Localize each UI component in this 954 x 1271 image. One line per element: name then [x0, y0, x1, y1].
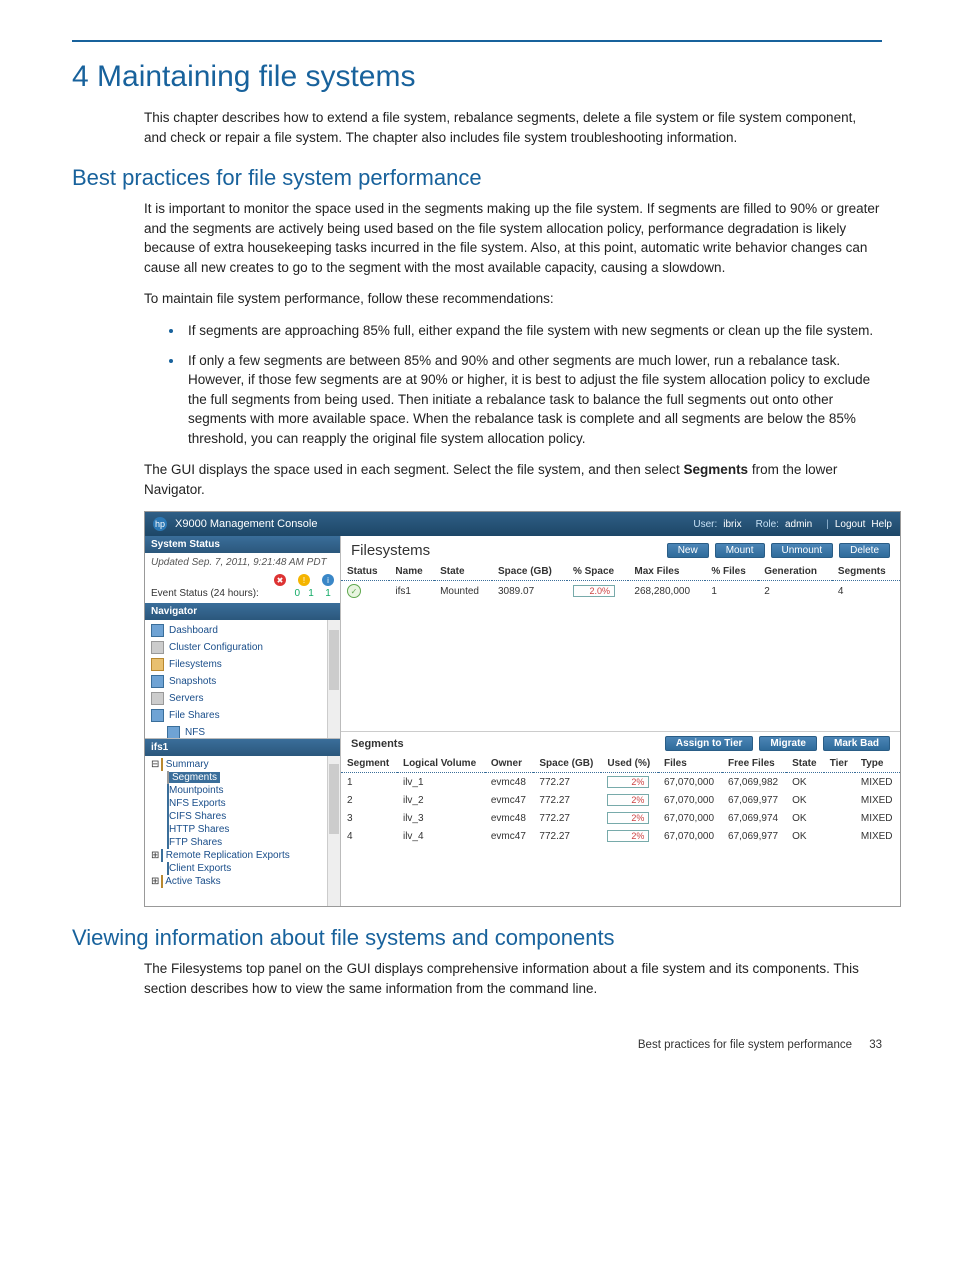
info-icon: i [322, 574, 334, 586]
chapter-title: 4 Maintaining file systems [72, 60, 882, 94]
seg-col[interactable]: Owner [485, 755, 534, 773]
heading-viewing-info: Viewing information about file systems a… [72, 925, 882, 951]
new-button[interactable]: New [667, 543, 709, 558]
gui-product-title: X9000 Management Console [175, 518, 693, 530]
updated-timestamp: Updated Sep. 7, 2011, 9:21:48 AM PDT [151, 557, 334, 568]
tree-scrollbar[interactable] [327, 756, 340, 906]
seg-col[interactable]: Free Files [722, 755, 786, 773]
event-count-info: 1 [322, 588, 334, 599]
col-segments[interactable]: Segments [832, 563, 900, 581]
nav-scrollbar[interactable] [327, 620, 340, 738]
tree-client-exports[interactable]: Client Exports [145, 862, 340, 875]
event-count-error: 0 [294, 588, 300, 599]
seg-col[interactable]: Segment [341, 755, 397, 773]
hp-logo-icon: hp [153, 517, 167, 531]
tree-nfs-exports[interactable]: NFS Exports [145, 797, 340, 810]
help-link[interactable]: Help [871, 519, 892, 530]
seg-col[interactable]: Used (%) [601, 755, 658, 773]
gui-screenshot: hp X9000 Management Console User: ibrix … [144, 511, 901, 907]
filesystems-title: Filesystems [351, 542, 667, 559]
seg-col[interactable]: Logical Volume [397, 755, 485, 773]
text: The GUI displays the space used in each … [144, 462, 684, 477]
fs-maxfiles: 268,280,000 [628, 581, 705, 602]
fs-segs: 4 [832, 581, 900, 602]
tree-summary[interactable]: ⊟ Summary [145, 758, 340, 771]
gui-titlebar: hp X9000 Management Console User: ibrix … [145, 512, 900, 536]
segments-table: Segment Logical Volume Owner Space (GB) … [341, 755, 900, 845]
col-pct-space[interactable]: % Space [567, 563, 628, 581]
role-value: admin [785, 519, 812, 530]
col-status[interactable]: Status [341, 563, 389, 581]
col-space[interactable]: Space (GB) [492, 563, 567, 581]
tree-active-tasks[interactable]: ⊞ Active Tasks [145, 875, 340, 888]
event-status-label: Event Status (24 hours): [151, 588, 289, 599]
event-count-warn: 1 [305, 588, 317, 599]
footer-page-number: 33 [869, 1039, 882, 1051]
delete-button[interactable]: Delete [839, 543, 890, 558]
mount-button[interactable]: Mount [715, 543, 765, 558]
system-status-header: System Status [145, 536, 340, 553]
col-name[interactable]: Name [389, 563, 434, 581]
logout-link[interactable]: Logout [835, 519, 866, 530]
table-row[interactable]: 1ilv_1evmc48772.272%67,070,00067,069,982… [341, 773, 900, 792]
tree-mountpoints[interactable]: Mountpoints [145, 784, 340, 797]
heading-best-practices: Best practices for file system performan… [72, 165, 882, 191]
table-row[interactable]: ✓ ifs1 Mounted 3089.07 2.0% 268,280,000 … [341, 581, 900, 602]
col-generation[interactable]: Generation [758, 563, 832, 581]
user-value: ibrix [723, 519, 741, 530]
migrate-button[interactable]: Migrate [759, 736, 817, 751]
best-paragraph-2: To maintain file system performance, fol… [144, 289, 882, 309]
seg-col[interactable]: Files [658, 755, 722, 773]
view-paragraph-1: The Filesystems top panel on the GUI dis… [144, 959, 882, 998]
status-ok-icon: ✓ [347, 584, 361, 598]
page-footer: Best practices for file system performan… [72, 1039, 882, 1051]
filesystems-table: Status Name State Space (GB) % Space Max… [341, 563, 900, 601]
segments-title: Segments [351, 738, 665, 750]
bullet-2: If only a few segments are between 85% a… [184, 351, 882, 449]
tree-cifs-shares[interactable]: CIFS Shares [145, 810, 340, 823]
nav-servers[interactable]: Servers [145, 690, 340, 707]
seg-col[interactable]: Space (GB) [533, 755, 601, 773]
bullet-1: If segments are approaching 85% full, ei… [184, 321, 882, 341]
user-label: User: [693, 519, 717, 530]
fs-pct: 2.0% [573, 585, 615, 597]
nav-file-shares[interactable]: File Shares [145, 707, 340, 724]
seg-col[interactable]: Tier [824, 755, 855, 773]
table-row[interactable]: 3ilv_3evmc48772.272%67,070,00067,069,974… [341, 809, 900, 827]
nav-filesystems[interactable]: Filesystems [145, 656, 340, 673]
fs-name: ifs1 [389, 581, 434, 602]
col-state[interactable]: State [434, 563, 492, 581]
tree-ftp-shares[interactable]: FTP Shares [145, 836, 340, 849]
footer-text: Best practices for file system performan… [638, 1039, 852, 1051]
fs-space: 3089.07 [492, 581, 567, 602]
tree-remote-replication[interactable]: ⊞ Remote Replication Exports [145, 849, 340, 862]
table-row[interactable]: 2ilv_2evmc47772.272%67,070,00067,069,977… [341, 791, 900, 809]
intro-paragraph: This chapter describes how to extend a f… [144, 108, 882, 147]
fs-pctfiles: 1 [705, 581, 758, 602]
nav-cluster-config[interactable]: Cluster Configuration [145, 639, 340, 656]
unmount-button[interactable]: Unmount [771, 543, 834, 558]
assign-tier-button[interactable]: Assign to Tier [665, 736, 754, 751]
seg-col[interactable]: State [786, 755, 824, 773]
best-paragraph-3: The GUI displays the space used in each … [144, 460, 882, 499]
role-label: Role: [756, 519, 779, 530]
lower-nav-title: ifs1 [145, 739, 340, 756]
navigator-header: Navigator [145, 603, 340, 620]
fs-state: Mounted [434, 581, 492, 602]
error-icon: ✖ [274, 574, 286, 586]
segments-bold: Segments [684, 462, 749, 477]
nav-snapshots[interactable]: Snapshots [145, 673, 340, 690]
tree-segments[interactable]: Segments [145, 771, 340, 784]
table-row[interactable]: 4ilv_4evmc47772.272%67,070,00067,069,977… [341, 827, 900, 845]
tree-http-shares[interactable]: HTTP Shares [145, 823, 340, 836]
seg-col[interactable]: Type [855, 755, 900, 773]
warning-icon: ! [298, 574, 310, 586]
best-paragraph-1: It is important to monitor the space use… [144, 199, 882, 277]
mark-bad-button[interactable]: Mark Bad [823, 736, 890, 751]
nav-dashboard[interactable]: Dashboard [145, 622, 340, 639]
nav-nfs[interactable]: NFS [145, 724, 340, 738]
col-max-files[interactable]: Max Files [628, 563, 705, 581]
fs-gen: 2 [758, 581, 832, 602]
col-pct-files[interactable]: % Files [705, 563, 758, 581]
